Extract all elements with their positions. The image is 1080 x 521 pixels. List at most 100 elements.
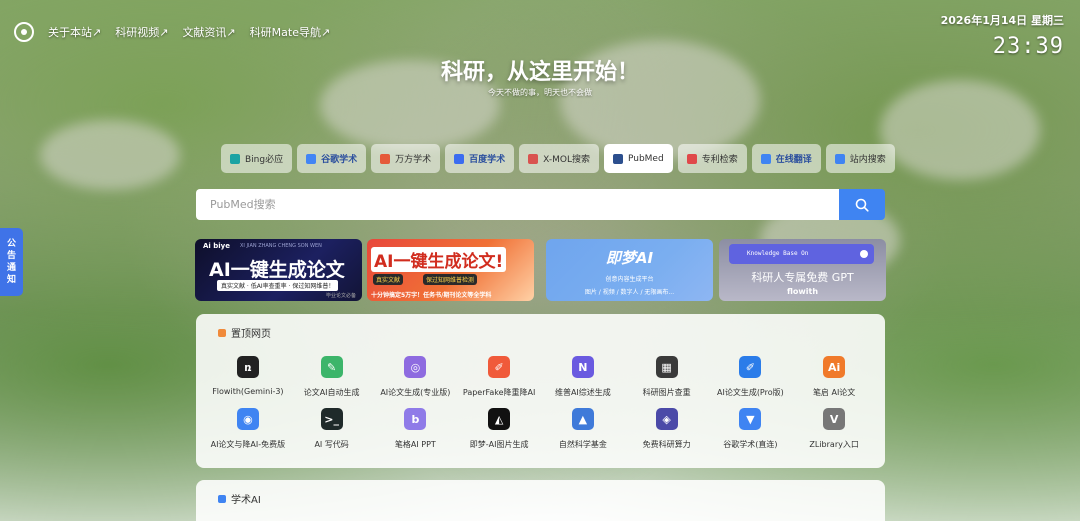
site-icon: ◭ — [488, 408, 511, 430]
banner-headline: 即梦AI — [605, 249, 654, 267]
patent-icon — [686, 153, 697, 164]
tab-baidu-scholar[interactable]: 百度学术 — [445, 144, 515, 173]
academic-ai-panel: 学术AI — [196, 480, 885, 521]
pinned-site[interactable]: b 笔格AI PPT — [374, 408, 458, 450]
tab-site-search[interactable]: 站内搜索 — [825, 144, 895, 173]
translate-icon — [760, 153, 771, 164]
pinned-site[interactable]: N 维普AI综述生成 — [541, 356, 625, 398]
nav-link-about[interactable]: 关于本站↗ — [48, 24, 101, 40]
xmol-icon — [528, 153, 539, 164]
announcement-char: 公 — [6, 239, 16, 249]
search-icon — [855, 198, 869, 212]
pinned-panel: 置顶网页 ռ Flowith(Gemini-3) ✎ 论文AI自动生成 ◎ AI论文生成(… — [196, 314, 885, 468]
banner-tiny-text: XI JIAN ZHANG CHENG SON WEN — [240, 243, 322, 249]
announcement-char: 知 — [6, 275, 16, 285]
pinned-title: 置顶网页 — [218, 325, 271, 340]
site-icon: ✐ — [739, 356, 762, 378]
tab-pubmed[interactable]: PubMed — [603, 144, 673, 173]
pinned-site[interactable]: ◉ AI论文与降AI-免费版 — [206, 408, 290, 450]
tab-patent[interactable]: 专利检索 — [677, 144, 747, 173]
banner-jimeng-ai[interactable]: 即梦AI 创意内容生成平台 图片 / 视频 / 数字人 / 无限画布... — [546, 239, 713, 301]
banner-footer: flowith — [786, 287, 819, 296]
banner-footer: 十分钟搞定5万字！任务书/期刊论文等全学科 — [371, 292, 492, 299]
banner-brand: Ai biye — [203, 242, 230, 250]
tab-label: 在线翻译 — [775, 155, 812, 165]
site-name: 维普AI综述生成 — [554, 388, 611, 397]
tab-google-scholar[interactable]: 谷歌学术 — [297, 144, 367, 173]
site-name: 免费科研算力 — [642, 440, 691, 449]
site-logo-icon[interactable] — [14, 22, 34, 42]
site-name: 即梦-AI图片生成 — [469, 440, 529, 449]
search-button[interactable] — [839, 189, 885, 220]
pinned-grid: ռ Flowith(Gemini-3) ✎ 论文AI自动生成 ◎ AI论文生成(专业版) ✐… — [206, 356, 876, 450]
banner-flowith[interactable]: Knowledge Base On 科研人专属免费 GPT flowith — [719, 239, 886, 301]
academic-title-text: 学术AI — [231, 495, 261, 506]
pubmed-icon — [612, 153, 623, 164]
pinned-site[interactable]: Ai 笔启 AI论文 — [792, 356, 876, 398]
tab-label: 专利检索 — [701, 155, 738, 165]
tab-xmol[interactable]: X-MOL搜索 — [519, 144, 599, 173]
hero-title: 科研，从这里开始！ — [440, 60, 639, 85]
pinned-site[interactable]: ◭ 即梦-AI图片生成 — [457, 408, 541, 450]
banner-line: 图片 / 视频 / 数字人 / 无限画布... — [584, 289, 675, 296]
pin-icon — [218, 328, 226, 337]
tab-wanfang[interactable]: 万方学术 — [371, 144, 441, 173]
site-name: AI论文与降AI-免费版 — [210, 440, 286, 449]
tab-label: Bing必应 — [245, 155, 284, 165]
nav-link-literature[interactable]: 文献资讯↗ — [182, 24, 235, 40]
bing-icon — [230, 153, 240, 164]
banner-line: 创意内容生成平台 — [605, 276, 654, 283]
site-name: 自然科学基金 — [558, 440, 607, 449]
site-icon: b — [404, 408, 427, 430]
search-input[interactable] — [196, 189, 839, 220]
banner-headline: AI一键生成论文 — [209, 259, 345, 281]
tab-bing[interactable]: Bing必应 — [221, 144, 293, 173]
nav-link-videos[interactable]: 科研视频↗ — [115, 24, 168, 40]
banner-ai-biye[interactable]: Ai biye XI JIAN ZHANG CHENG SON WEN AI一键… — [195, 239, 362, 301]
academic-title: 学术AI — [218, 491, 261, 506]
tab-label: X-MOL搜索 — [543, 155, 590, 165]
wanfang-icon — [380, 153, 391, 164]
tab-label: 万方学术 — [395, 155, 432, 165]
search-engine-tabs: Bing必应 谷歌学术 万方学术 百度学术 X-MOL搜索 PubMed 专利检… — [221, 144, 895, 173]
pinned-title-text: 置顶网页 — [231, 329, 271, 340]
banner-footer: 毕业论文必备 — [325, 293, 356, 299]
pinned-site[interactable]: ◈ 免费科研算力 — [625, 408, 709, 450]
site-icon: Ai — [823, 356, 846, 378]
clock-widget: 2026年1月14日 星期三 23:39 — [941, 12, 1064, 59]
tab-label: 谷歌学术 — [321, 155, 358, 165]
site-icon: ◉ — [236, 408, 259, 430]
pinned-site[interactable]: ռ Flowith(Gemini-3) — [206, 356, 290, 398]
banner-subline: 真实文献 · 低AI率查重率 · 保过知网维普！ — [217, 280, 339, 291]
announcement-tab[interactable]: 公 告 通 知 — [0, 228, 23, 296]
pinned-site[interactable]: ✐ AI论文生成(Pro版) — [709, 356, 793, 398]
site-name: 科研图片查重 — [642, 388, 691, 397]
tab-label: PubMed — [627, 153, 664, 164]
site-search-icon — [834, 153, 845, 164]
banner-tag: 真实文献 — [373, 274, 404, 285]
pinned-site[interactable]: >_ AI 写代码 — [290, 408, 374, 450]
site-icon: ✐ — [488, 356, 511, 378]
hero-subtitle: 今天不做的事，明天也不会做 — [488, 88, 592, 97]
pinned-site[interactable]: ◎ AI论文生成(专业版) — [374, 356, 458, 398]
site-icon: ▲ — [571, 408, 594, 430]
pinned-site[interactable]: ▲ 自然科学基金 — [541, 408, 625, 450]
banner-headline: AI一键生成论文! — [371, 247, 507, 272]
site-icon: N — [571, 356, 594, 378]
pinned-site[interactable]: ✎ 论文AI自动生成 — [290, 356, 374, 398]
academic-icon — [218, 494, 226, 503]
site-icon: ◈ — [655, 408, 678, 430]
site-icon: ◎ — [404, 356, 427, 378]
tab-translate[interactable]: 在线翻译 — [751, 144, 821, 173]
pinned-site[interactable]: V ZLibrary入口 — [792, 408, 876, 450]
announcement-char: 通 — [6, 263, 16, 273]
banner-ai-paper[interactable]: AI一键生成论文! 真实文献 保过知网维普检测 十分钟搞定5万字！任务书/期刊论… — [367, 239, 534, 301]
pinned-site[interactable]: ✐ PaperFake降重降AI — [457, 356, 541, 398]
baidu-scholar-icon — [454, 153, 465, 164]
pinned-site[interactable]: ▦ 科研图片查重 — [625, 356, 709, 398]
site-name: Flowith(Gemini-3) — [212, 387, 284, 396]
pinned-site[interactable]: ▼ 谷歌学术(直连) — [709, 408, 793, 450]
site-name: AI 写代码 — [314, 440, 349, 449]
clock-date: 2026年1月14日 星期三 — [940, 14, 1064, 27]
nav-link-mate[interactable]: 科研Mate导航↗ — [250, 24, 331, 40]
